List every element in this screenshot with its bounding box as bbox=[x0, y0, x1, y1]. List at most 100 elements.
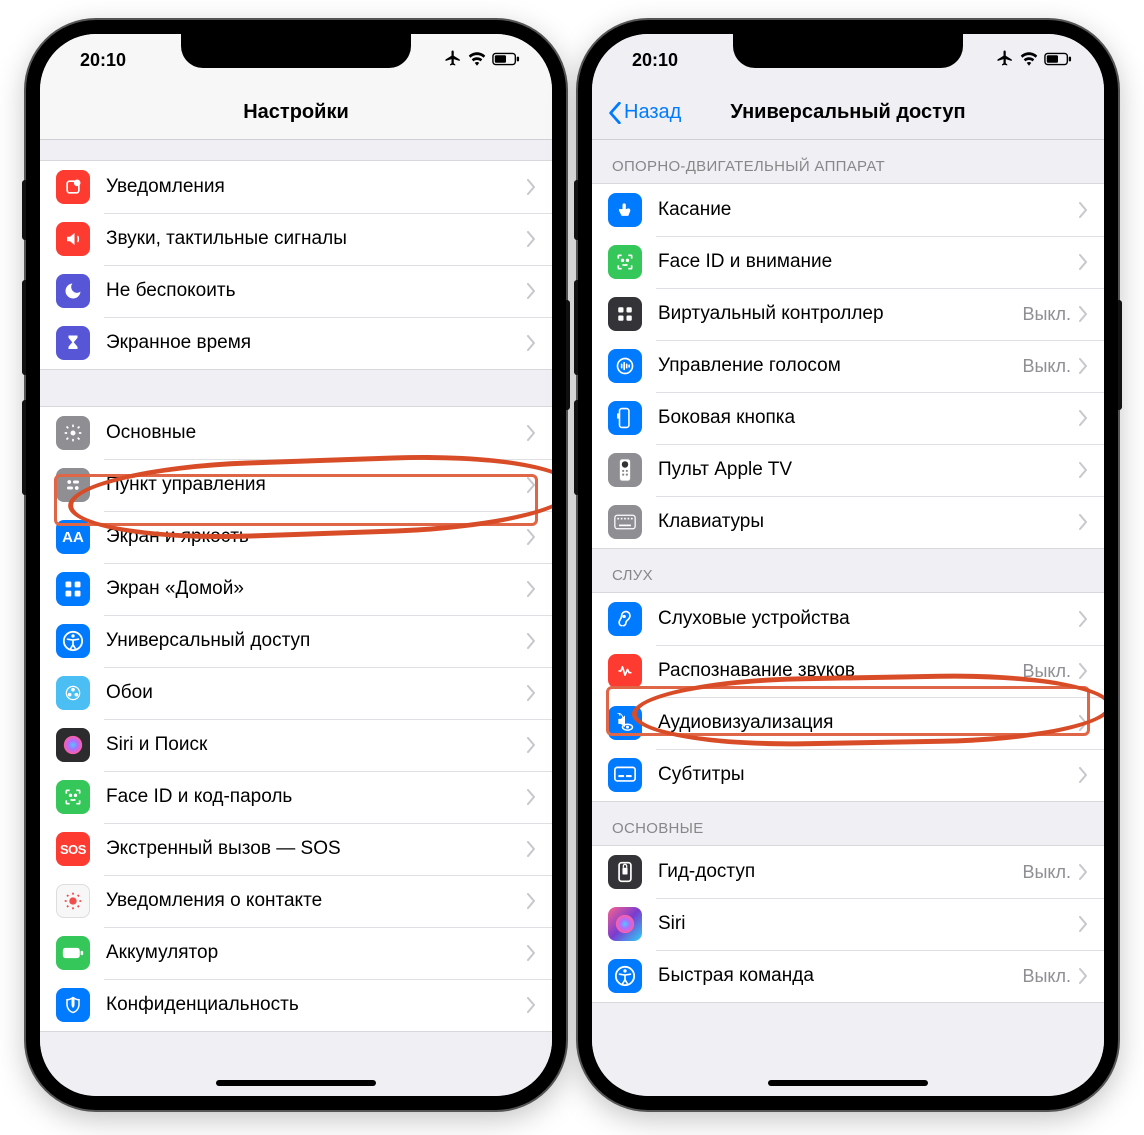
row-label: Уведомления о контакте bbox=[106, 890, 527, 912]
row-label: Экранное время bbox=[106, 332, 527, 354]
screentime-icon bbox=[56, 326, 90, 360]
row-label: Экран «Домой» bbox=[106, 578, 527, 600]
settings-row-siri[interactable]: Siri и Поиск bbox=[40, 719, 552, 771]
hearing-icon bbox=[608, 602, 642, 636]
row-label: Не беспокоить bbox=[106, 280, 527, 302]
settings-row-dnd[interactable]: Не беспокоить bbox=[40, 265, 552, 317]
row-label: Face ID и внимание bbox=[658, 251, 1079, 273]
settings-row-control-center[interactable]: Пункт управления bbox=[40, 459, 552, 511]
row-label: Обои bbox=[106, 682, 527, 704]
page-title: Универсальный доступ bbox=[730, 101, 965, 124]
row-label: Уведомления bbox=[106, 176, 527, 198]
audio-visual-icon bbox=[608, 706, 642, 740]
settings-content[interactable]: Уведомления Звуки, тактильные сигналы Не б… bbox=[40, 140, 552, 1096]
home-indicator[interactable] bbox=[768, 1080, 928, 1086]
back-button[interactable]: Назад bbox=[608, 101, 681, 124]
settings-row-general[interactable]: Основные bbox=[40, 407, 552, 459]
settings-row-sounds[interactable]: Звуки, тактильные сигналы bbox=[40, 213, 552, 265]
home-screen-icon bbox=[56, 572, 90, 606]
sound-recognition-icon bbox=[608, 654, 642, 688]
settings-row-faceid-attn[interactable]: Face ID и внимание bbox=[592, 236, 1104, 288]
subtitles-icon bbox=[608, 758, 642, 792]
section-header-hearing: СЛУХ bbox=[592, 549, 1104, 592]
settings-row-battery[interactable]: Аккумулятор bbox=[40, 927, 552, 979]
row-label: Face ID и код-пароль bbox=[106, 786, 527, 808]
settings-row-privacy[interactable]: Конфиденциальность bbox=[40, 979, 552, 1031]
settings-row-home-screen[interactable]: Экран «Домой» bbox=[40, 563, 552, 615]
touch-icon bbox=[608, 193, 642, 227]
notch bbox=[733, 34, 963, 68]
wifi-icon bbox=[468, 50, 486, 71]
row-value: Выкл. bbox=[1022, 661, 1071, 682]
row-label: Быстрая команда bbox=[658, 965, 1022, 987]
settings-row-guided-access[interactable]: Гид-доступВыкл. bbox=[592, 846, 1104, 898]
settings-row-siri[interactable]: Siri bbox=[592, 898, 1104, 950]
sounds-icon bbox=[56, 222, 90, 256]
settings-row-display[interactable]: AA Экран и яркость bbox=[40, 511, 552, 563]
settings-row-sos[interactable]: SOS Экстренный вызов — SOS bbox=[40, 823, 552, 875]
row-value: Выкл. bbox=[1022, 356, 1071, 377]
settings-row-touch[interactable]: Касание bbox=[592, 184, 1104, 236]
wallpaper-icon bbox=[56, 676, 90, 710]
row-label: Аудиовизуализация bbox=[658, 712, 1079, 734]
row-label: Распознавание звуков bbox=[658, 660, 1022, 682]
row-label: Пульт Apple TV bbox=[658, 459, 1079, 481]
airplane-icon bbox=[444, 49, 462, 72]
display-icon: AA bbox=[56, 520, 90, 554]
dnd-icon bbox=[56, 274, 90, 308]
side-button-icon bbox=[608, 401, 642, 435]
row-value: Выкл. bbox=[1022, 862, 1071, 883]
faceid-attn-icon bbox=[608, 245, 642, 279]
sos-icon: SOS bbox=[56, 832, 90, 866]
settings-row-voice-control[interactable]: Управление голосомВыкл. bbox=[592, 340, 1104, 392]
airplane-icon bbox=[996, 49, 1014, 72]
accessibility-content[interactable]: ОПОРНО-ДВИГАТЕЛЬНЫЙ АППАРАТ Касание Face … bbox=[592, 140, 1104, 1096]
row-label: Экран и яркость bbox=[106, 526, 527, 548]
row-label: Субтитры bbox=[658, 764, 1079, 786]
row-value: Выкл. bbox=[1022, 304, 1071, 325]
settings-row-audio-visual[interactable]: Аудиовизуализация bbox=[592, 697, 1104, 749]
row-label: Siri и Поиск bbox=[106, 734, 527, 756]
section-header-motor: ОПОРНО-ДВИГАТЕЛЬНЫЙ АППАРАТ bbox=[592, 140, 1104, 183]
back-label: Назад bbox=[624, 101, 681, 124]
settings-row-subtitles[interactable]: Субтитры bbox=[592, 749, 1104, 801]
settings-row-wallpaper[interactable]: Обои bbox=[40, 667, 552, 719]
settings-row-shortcut[interactable]: Быстрая командаВыкл. bbox=[592, 950, 1104, 1002]
row-label: Боковая кнопка bbox=[658, 407, 1079, 429]
settings-row-faceid[interactable]: Face ID и код-пароль bbox=[40, 771, 552, 823]
section-header-general: ОСНОВНЫЕ bbox=[592, 802, 1104, 845]
wifi-icon bbox=[1020, 50, 1038, 71]
row-label: Управление голосом bbox=[658, 355, 1022, 377]
settings-row-switch-control[interactable]: Виртуальный контроллерВыкл. bbox=[592, 288, 1104, 340]
row-label: Конфиденциальность bbox=[106, 994, 527, 1016]
home-indicator[interactable] bbox=[216, 1080, 376, 1086]
accessibility-icon bbox=[56, 624, 90, 658]
general-icon bbox=[56, 416, 90, 450]
switch-control-icon bbox=[608, 297, 642, 331]
shortcut-icon bbox=[608, 959, 642, 993]
siri-icon bbox=[56, 728, 90, 762]
row-label: Основные bbox=[106, 422, 527, 444]
row-label: Аккумулятор bbox=[106, 942, 527, 964]
settings-row-sound-recognition[interactable]: Распознавание звуковВыкл. bbox=[592, 645, 1104, 697]
notch bbox=[181, 34, 411, 68]
row-label: Клавиатуры bbox=[658, 511, 1079, 533]
row-label: Касание bbox=[658, 199, 1079, 221]
settings-row-apple-tv[interactable]: Пульт Apple TV bbox=[592, 444, 1104, 496]
guided-access-icon bbox=[608, 855, 642, 889]
settings-row-exposure[interactable]: Уведомления о контакте bbox=[40, 875, 552, 927]
settings-row-hearing[interactable]: Слуховые устройства bbox=[592, 593, 1104, 645]
row-label: Пункт управления bbox=[106, 474, 527, 496]
settings-row-notifications[interactable]: Уведомления bbox=[40, 161, 552, 213]
exposure-icon bbox=[56, 884, 90, 918]
phone-right: 20:10 Назад Универсальный доступ О bbox=[578, 20, 1118, 1110]
phone-left: 20:10 Настройки УведомленияЗвуки, тактил… bbox=[26, 20, 566, 1110]
settings-row-side-button[interactable]: Боковая кнопка bbox=[592, 392, 1104, 444]
keyboard-icon bbox=[608, 505, 642, 539]
settings-row-keyboard[interactable]: Клавиатуры bbox=[592, 496, 1104, 548]
battery-icon bbox=[1044, 50, 1072, 71]
row-label: Экстренный вызов — SOS bbox=[106, 838, 527, 860]
settings-row-screentime[interactable]: Экранное время bbox=[40, 317, 552, 369]
settings-row-accessibility[interactable]: Универсальный доступ bbox=[40, 615, 552, 667]
row-label: Виртуальный контроллер bbox=[658, 303, 1022, 325]
